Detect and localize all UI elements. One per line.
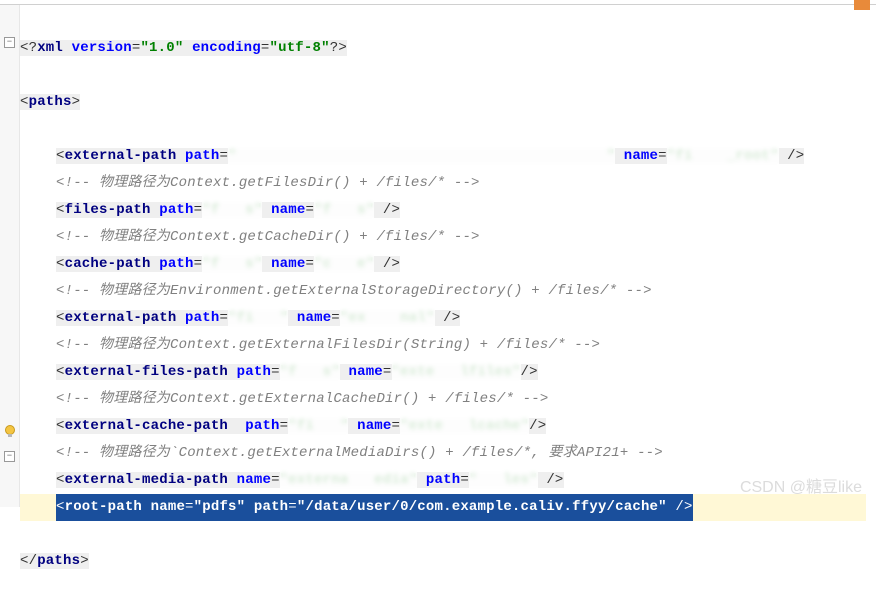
code-line: <cache-path path="f s" name="c e" /> bbox=[20, 251, 866, 278]
xml-comment: <!-- 物理路径为Context.getExternalFilesDir(St… bbox=[56, 337, 600, 353]
xml-declaration: <?xml version="1.0" encoding="utf-8"?> bbox=[20, 35, 866, 62]
code-editor[interactable]: <?xml version="1.0" encoding="utf-8"?> <… bbox=[20, 8, 866, 507]
xml-element: <external-cache-path path="fi " name="ex… bbox=[56, 418, 546, 434]
xml-element: <external-path path="fi " name="ex nal" … bbox=[56, 310, 460, 326]
code-line: <root-path name="pdfs" path="/data/user/… bbox=[20, 494, 866, 521]
top-border bbox=[0, 0, 876, 5]
code-line: <!-- 物理路径为Environment.getExternalStorage… bbox=[20, 278, 866, 305]
code-line: <files-path path="f s" name="f s" /> bbox=[20, 197, 866, 224]
code-line: <!-- 物理路径为Context.getExternalFilesDir(St… bbox=[20, 332, 866, 359]
intention-bulb-icon[interactable] bbox=[2, 423, 18, 439]
xml-comment: <!-- 物理路径为Environment.getExternalStorage… bbox=[56, 283, 652, 299]
code-line: <!-- 物理路径为Context.getExternalCacheDir() … bbox=[20, 386, 866, 413]
code-line: <!-- 物理路径为`Context.getExternalMediaDirs(… bbox=[20, 440, 866, 467]
fold-toggle-icon[interactable]: − bbox=[4, 451, 15, 462]
editor-gutter: − − bbox=[0, 5, 20, 507]
code-line: <!-- 物理路径为Context.getCacheDir() + /files… bbox=[20, 224, 866, 251]
xml-element: <external-files-path path="f s" name="ex… bbox=[56, 364, 538, 380]
paths-open-tag: <paths> bbox=[20, 89, 866, 116]
xml-comment: <!-- 物理路径为Context.getFilesDir() + /files… bbox=[56, 175, 480, 191]
xml-comment: <!-- 物理路径为`Context.getExternalMediaDirs(… bbox=[56, 445, 663, 461]
fold-toggle-icon[interactable]: − bbox=[4, 37, 15, 48]
xml-element: <cache-path path="f s" name="c e" /> bbox=[56, 256, 400, 272]
xml-comment: <!-- 物理路径为Context.getCacheDir() + /files… bbox=[56, 229, 480, 245]
code-line: <external-files-path path="f s" name="ex… bbox=[20, 359, 866, 386]
paths-close-tag: </paths> bbox=[20, 548, 866, 575]
code-line: <external-cache-path path="fi " name="ex… bbox=[20, 413, 866, 440]
xml-element: <external-media-path name="externa edia"… bbox=[56, 472, 564, 488]
selected-element: <root-path name="pdfs" path="/data/user/… bbox=[56, 494, 693, 521]
code-line: <!-- 物理路径为Context.getFilesDir() + /files… bbox=[20, 170, 866, 197]
xml-element: <external-path path=" " name="fi _root" … bbox=[56, 148, 804, 164]
code-line: <external-path path=" " name="fi _root" … bbox=[20, 143, 866, 170]
xml-element: <files-path path="f s" name="f s" /> bbox=[56, 202, 400, 218]
code-line: <external-media-path name="externa edia"… bbox=[20, 467, 866, 494]
code-line: <external-path path="fi " name="ex nal" … bbox=[20, 305, 866, 332]
xml-comment: <!-- 物理路径为Context.getExternalCacheDir() … bbox=[56, 391, 548, 407]
